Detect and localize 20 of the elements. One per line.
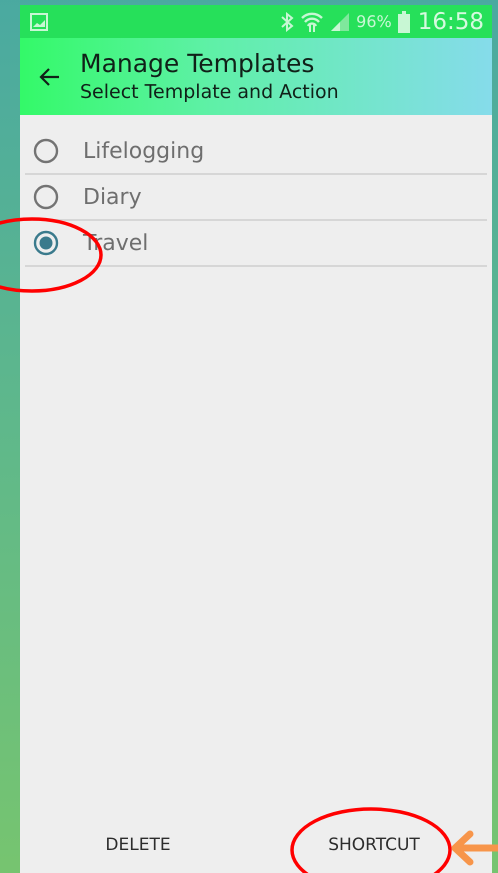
radio-button[interactable] [33,138,59,164]
template-label: Lifelogging [83,138,204,164]
radio-button[interactable] [33,184,59,210]
pointer-arrow [450,828,498,868]
screen-title: Manage Templates [80,48,316,78]
action-button[interactable]: DELETE [20,827,256,863]
back-arrow-icon[interactable] [38,66,60,86]
image-notification-icon [30,12,48,30]
template-label: Diary [83,184,142,210]
template-option[interactable]: Lifelogging [25,129,487,175]
template-option[interactable]: Diary [25,175,487,221]
signal-icon [330,12,350,32]
wifi-icon [300,10,324,32]
bluetooth-icon [280,12,294,32]
screen-subtitle: Select Template and Action [80,80,339,104]
battery-percentage: 96% [356,12,392,31]
radio-button[interactable] [33,230,59,256]
battery-icon [398,10,410,32]
action-button[interactable]: SHORTCUT [256,827,492,863]
clock-time: 16:58 [418,8,484,34]
